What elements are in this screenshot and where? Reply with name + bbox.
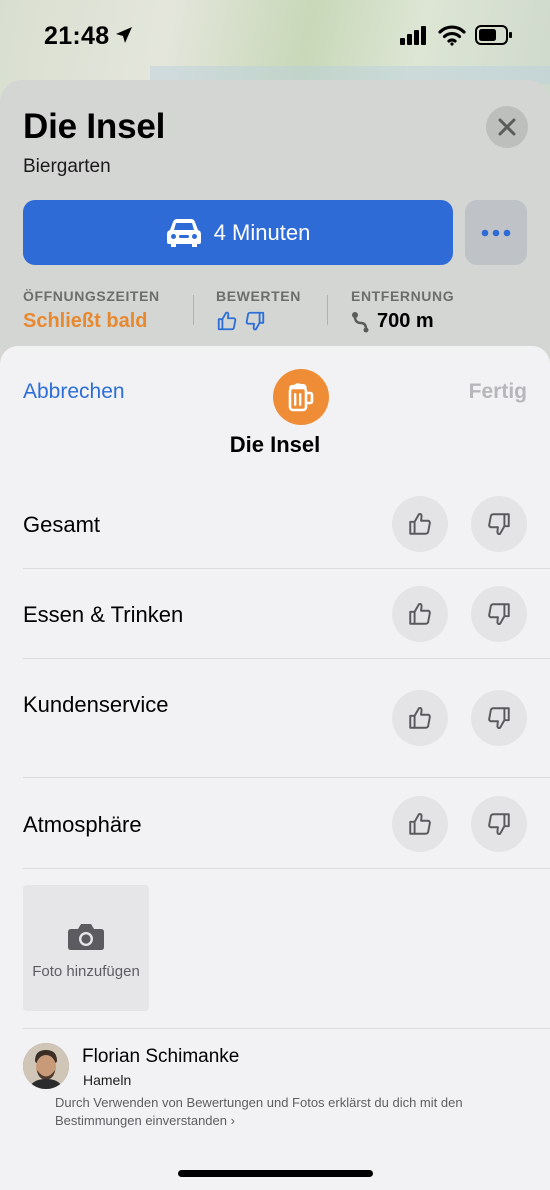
- battery-icon: [475, 24, 513, 51]
- thumbs-down-button[interactable]: [471, 586, 527, 642]
- opening-hours-value: Schließt bald: [23, 310, 148, 332]
- rating-label: Gesamt: [23, 512, 101, 537]
- thumbs-up-button[interactable]: [392, 690, 448, 746]
- close-button[interactable]: [486, 106, 528, 148]
- car-icon: [166, 218, 201, 247]
- rating-sheet: Abbrechen Fertig Die Insel Gesamt Essen …: [0, 346, 550, 1190]
- thumbs-up-icon: [409, 602, 431, 625]
- cancel-button[interactable]: Abbrechen: [23, 380, 125, 404]
- rate-info[interactable]: BEWERTEN: [216, 288, 301, 332]
- thumbs-down-button[interactable]: [471, 690, 527, 746]
- ellipsis-icon: [481, 229, 511, 236]
- info-divider: [327, 295, 328, 325]
- status-time: 21:48: [44, 22, 110, 50]
- cellular-signal-icon: [400, 25, 430, 50]
- info-divider: [193, 295, 194, 325]
- thumbs-down-icon: [488, 813, 510, 836]
- drive-route-button[interactable]: 4 Minuten: [23, 200, 453, 265]
- row-divider: [23, 568, 550, 569]
- thumbs-down-icon: [488, 707, 510, 730]
- wifi-icon: [438, 24, 466, 51]
- thumbs-down-icon: [488, 513, 510, 536]
- distance-label: ENTFERNUNG: [351, 288, 455, 304]
- thumbs-up-icon: [409, 706, 431, 729]
- rating-label: Essen & Trinken: [23, 602, 184, 627]
- thumbs-up-icon: [217, 311, 237, 331]
- thumbs-down-icon: [245, 311, 265, 331]
- opening-hours-label: ÖFFNUNGSZEITEN: [23, 288, 160, 304]
- place-category: Biergarten: [23, 156, 111, 177]
- thumbs-up-icon: [409, 512, 431, 535]
- rating-label: Atmosphäre: [23, 812, 142, 837]
- place-title: Die Insel: [23, 107, 166, 146]
- add-photo-button[interactable]: Foto hinzufügen: [23, 885, 149, 1011]
- close-icon: [498, 118, 516, 136]
- terms-text: Durch Verwenden von Bewertungen und Foto…: [55, 1095, 463, 1128]
- row-divider: [23, 1028, 550, 1029]
- user-name: Florian Schimanke: [82, 1046, 240, 1067]
- rating-label: Kundenservice: [23, 692, 169, 717]
- done-button[interactable]: Fertig: [469, 380, 527, 404]
- home-indicator[interactable]: [178, 1170, 373, 1177]
- opening-hours-info[interactable]: ÖFFNUNGSZEITEN Schließt bald: [23, 288, 160, 333]
- row-divider: [23, 868, 550, 869]
- route-time-label: 4 Minuten: [213, 219, 311, 245]
- thumbs-down-button[interactable]: [471, 496, 527, 552]
- status-bar: 21:48: [0, 0, 550, 70]
- beer-category-icon: [273, 369, 329, 425]
- sheet-title: Die Insel: [229, 432, 321, 457]
- rating-row: Atmosphäre: [0, 796, 550, 868]
- rating-row: Gesamt: [0, 496, 550, 568]
- route-icon: [352, 311, 369, 332]
- chevron-right-icon: ›: [230, 1113, 235, 1128]
- terms-notice[interactable]: Durch Verwenden von Bewertungen und Foto…: [55, 1094, 515, 1130]
- location-arrow-icon: [114, 25, 134, 50]
- row-divider: [23, 777, 550, 778]
- thumbs-up-icon: [409, 812, 431, 835]
- avatar: [23, 1043, 69, 1089]
- distance-info: ENTFERNUNG 700 m: [351, 288, 454, 333]
- thumbs-up-button[interactable]: [392, 496, 448, 552]
- row-divider: [23, 658, 550, 659]
- add-photo-label: Foto hinzufügen: [32, 963, 140, 980]
- thumbs-down-icon: [488, 603, 510, 626]
- thumbs-up-button[interactable]: [392, 586, 448, 642]
- camera-icon: [68, 924, 104, 950]
- distance-value: 700 m: [377, 310, 434, 332]
- thumbs-up-button[interactable]: [392, 796, 448, 852]
- thumbs-down-button[interactable]: [471, 796, 527, 852]
- rate-label: BEWERTEN: [216, 288, 301, 304]
- rating-row: Kundenservice: [0, 676, 550, 776]
- rating-row: Essen & Trinken: [0, 586, 550, 658]
- user-city: Hameln: [83, 1072, 132, 1088]
- more-button[interactable]: [465, 200, 527, 265]
